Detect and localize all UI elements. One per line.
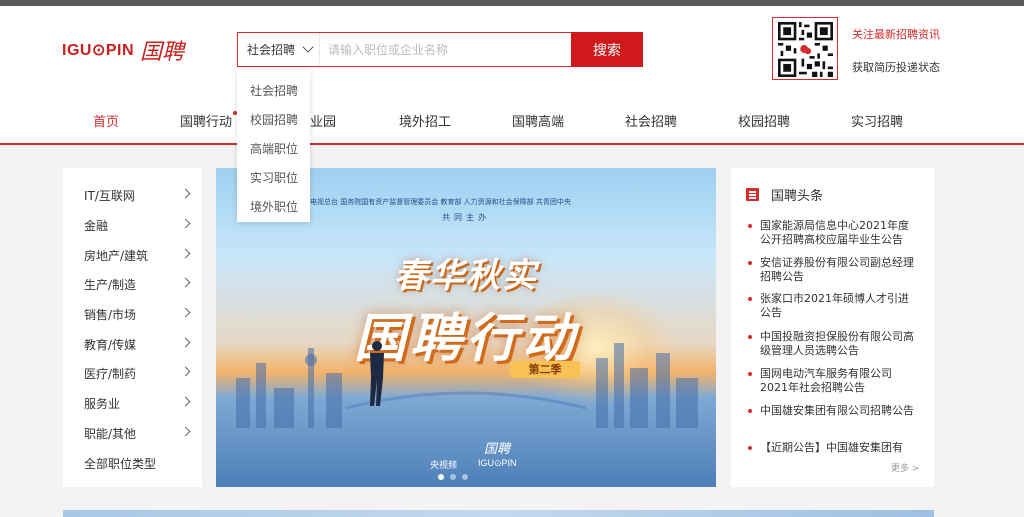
carousel-dot[interactable] [438, 474, 444, 480]
news-item[interactable]: 国家能源局信息中心2021年度公开招聘高校应届毕业生公告 [747, 219, 917, 247]
news-item[interactable]: 国网电动汽车服务有限公司2021年社会招聘公告 [747, 367, 917, 395]
nav-overseas[interactable]: 境外招工 [399, 111, 451, 130]
category-label: 销售/市场 [84, 308, 137, 322]
banner-partner-cn: 国聘 [484, 442, 511, 457]
category-label: 教育/传媒 [84, 338, 137, 352]
news-heading: 国聘头条 [771, 189, 824, 204]
follow-jobs-link[interactable]: 关注最新招聘资讯 [852, 26, 940, 42]
category-item[interactable]: 教育/传媒 [84, 336, 191, 353]
qr-code-pattern [778, 22, 833, 77]
nav-campus[interactable]: 校园招聘 [738, 111, 790, 130]
category-item[interactable]: 职能/其他 [84, 425, 191, 442]
news-header: 国聘头条 [746, 185, 823, 204]
carousel-indicators [438, 474, 468, 480]
category-item[interactable]: 销售/市场 [84, 306, 191, 323]
dropdown-item-social[interactable]: 社会招聘 [237, 77, 310, 106]
bottom-banner-strip [63, 510, 934, 517]
chevron-right-icon [180, 307, 191, 318]
nav-industrial-park[interactable]: 业园 [310, 111, 336, 130]
nav-social[interactable]: 社会招聘 [625, 111, 677, 130]
category-item[interactable]: IT/互联网 [84, 187, 191, 204]
dropdown-item-senior[interactable]: 高端职位 [237, 135, 310, 164]
nav-intern[interactable]: 实习招聘 [851, 111, 903, 130]
news-item[interactable]: 中国投融资担保股份有限公司高级管理人员选聘公告 [747, 330, 917, 358]
chevron-right-icon [180, 366, 191, 377]
search-button[interactable]: 搜索 [571, 32, 643, 67]
category-label: 全部职位类型 [84, 457, 157, 471]
banner-title: 国聘行动 [353, 309, 578, 369]
category-item[interactable]: 医疗/制药 [84, 365, 191, 382]
news-item[interactable]: 安信证券股份有限公司副总经理招聘公告 [747, 256, 917, 284]
walking-person-figure [370, 341, 384, 406]
chevron-right-icon [180, 337, 191, 348]
site-logo[interactable]: IGU⊙PIN 国聘 [62, 34, 184, 66]
category-label: 金融 [84, 219, 109, 233]
dropdown-item-intern[interactable]: 实习职位 [237, 164, 310, 193]
banner-organizers: 电视总台 国务院国有资产监督管理委员会 教育部 人力资源和社会保障部 共青团中央 [310, 198, 571, 206]
category-item[interactable]: 服务业 [84, 395, 191, 412]
search-type-dropdown: 社会招聘 校园招聘 高端职位 实习职位 境外职位 [237, 70, 310, 222]
nav-senior[interactable]: 国聘高端 [512, 111, 564, 130]
category-all[interactable]: 全部职位类型 [84, 455, 189, 472]
category-label: 房地产/建筑 [84, 249, 149, 263]
news-item[interactable]: 中国雄安集团有限公司招聘公告 [747, 404, 917, 418]
dropdown-item-campus[interactable]: 校园招聘 [237, 106, 310, 135]
news-more-link[interactable]: 更多 > [891, 461, 919, 474]
chevron-down-icon [302, 41, 314, 53]
category-label: 生产/制造 [84, 278, 137, 292]
header-divider [0, 143, 1024, 145]
search-type-label: 社会招聘 [247, 43, 296, 57]
news-list-icon [746, 188, 759, 201]
news-item[interactable]: 张家口市2021年硕博人才引进公告 [747, 292, 917, 320]
banner-partner-1: 央视频 [430, 461, 458, 471]
carousel-dot[interactable] [462, 474, 468, 480]
carousel-dot[interactable] [450, 474, 456, 480]
category-label: 职能/其他 [84, 427, 137, 441]
chevron-right-icon [180, 248, 191, 259]
logo-text: IGU⊙PIN [62, 42, 135, 59]
banner-season-badge: 第二季 [510, 361, 580, 378]
category-item[interactable]: 金融 [84, 217, 191, 234]
chevron-right-icon [180, 426, 191, 437]
search-bar: 社会招聘 搜索 [237, 32, 643, 67]
nav-action[interactable]: 国聘行动 [180, 111, 232, 130]
chevron-right-icon [180, 396, 191, 407]
news-item[interactable]: 【近期公告】中国雄安集团有 [747, 441, 917, 455]
dropdown-item-overseas[interactable]: 境外职位 [237, 193, 310, 222]
category-item[interactable]: 生产/制造 [84, 276, 191, 293]
category-label: IT/互联网 [84, 189, 135, 203]
category-panel: IT/互联网 金融 房地产/建筑 生产/制造 销售/市场 教育/传媒 医疗/制药… [63, 168, 202, 487]
banner-slogan: 春华秋实 [394, 256, 538, 296]
search-input[interactable] [328, 33, 560, 66]
resume-status-text: 获取简历投递状态 [852, 61, 940, 74]
search-type-select[interactable]: 社会招聘 [238, 33, 320, 66]
banner-partner-2: IGU⊙PIN [478, 458, 517, 468]
nav-home[interactable]: 首页 [93, 111, 119, 130]
qr-code-icon [772, 17, 838, 80]
chevron-right-icon [180, 277, 191, 288]
chevron-right-icon [180, 188, 191, 199]
news-panel: 国聘头条 国家能源局信息中心2021年度公开招聘高校应届毕业生公告 安信证券股份… [731, 168, 934, 487]
category-item[interactable]: 房地产/建筑 [84, 247, 191, 264]
chevron-right-icon [180, 218, 191, 229]
category-label: 医疗/制药 [84, 367, 137, 381]
category-label: 服务业 [84, 397, 121, 411]
logo-cn: 国聘 [140, 40, 185, 65]
